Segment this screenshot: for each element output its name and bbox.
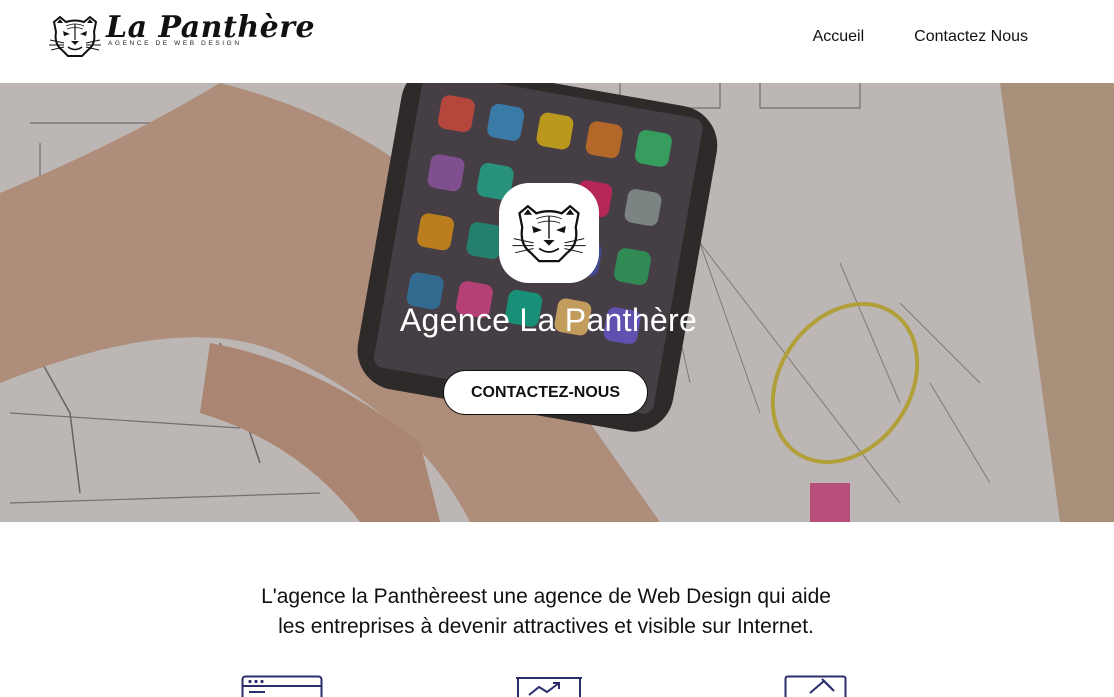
main-nav: Accueil Contactez Nous — [813, 28, 1028, 46]
intro-line-1: L'agence la Panthèreest une agence de We… — [261, 585, 831, 608]
hero-contact-button[interactable]: CONTACTEZ-NOUS — [443, 370, 648, 415]
logo-tagline: AGENCE DE WEB DESIGN — [108, 40, 242, 47]
nav-link-contact[interactable]: Contactez Nous — [914, 28, 1028, 46]
hero-section: Agence La Panthère CONTACTEZ-NOUS — [0, 83, 1114, 522]
hero-logo-badge — [499, 183, 599, 283]
site-header: La Panthère AGENCE DE WEB DESIGN Accueil… — [0, 0, 1114, 83]
panther-head-icon — [49, 15, 101, 57]
intro-text: L'agence la Panthèreest une agence de We… — [0, 582, 1092, 642]
panther-head-icon — [512, 204, 586, 263]
intro-line-2: les entreprises à devenir attractives et… — [278, 615, 814, 638]
site-logo[interactable]: La Panthère AGENCE DE WEB DESIGN — [48, 10, 315, 60]
analytics-board-icon — [516, 677, 582, 697]
hero-title: Agence La Panthère — [399, 302, 698, 338]
browser-window-icon — [241, 675, 323, 697]
nav-link-accueil[interactable]: Accueil — [813, 28, 865, 46]
image-editing-icon — [784, 675, 847, 697]
